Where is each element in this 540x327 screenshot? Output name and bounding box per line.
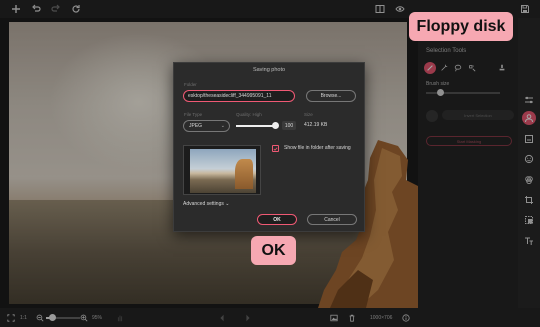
floppy-disk-callout: Floppy disk [409, 12, 513, 41]
file-type-value: JPEG [189, 123, 203, 129]
quality-value[interactable]: 100 [282, 121, 296, 130]
size-label: Size [304, 112, 313, 117]
quality-label: Quality: High [236, 112, 262, 117]
path-label: Folder [184, 82, 197, 87]
advanced-settings-label: Advanced settings [183, 201, 224, 207]
cancel-button[interactable]: Cancel [307, 214, 357, 225]
quality-knob[interactable] [272, 122, 279, 129]
ok-button[interactable]: OK [257, 214, 297, 225]
file-size-value: 412.19 KB [304, 122, 328, 128]
save-path-input[interactable]: esktop/theseasidecliff_344995091_11 [183, 90, 295, 102]
show-in-folder-label: Show file in folder after saving [284, 145, 351, 151]
file-type-label: File Type [184, 112, 203, 117]
checkmark-icon [273, 146, 278, 151]
file-type-select[interactable]: JPEG ⌄ [183, 120, 230, 132]
ok-callout: OK [251, 236, 296, 265]
chevron-down-icon: ⌄ [225, 201, 230, 207]
preview-thumbnail [183, 145, 261, 195]
advanced-settings-toggle[interactable]: Advanced settings ⌄ [183, 201, 229, 207]
chevron-down-icon: ⌄ [220, 123, 225, 129]
browse-button[interactable]: Browse... [306, 90, 356, 102]
saving-photo-dialog: Saving photo Folder esktop/theseasidecli… [173, 62, 365, 232]
show-in-folder-checkbox[interactable] [272, 145, 279, 152]
dialog-title: Saving photo [252, 67, 286, 73]
